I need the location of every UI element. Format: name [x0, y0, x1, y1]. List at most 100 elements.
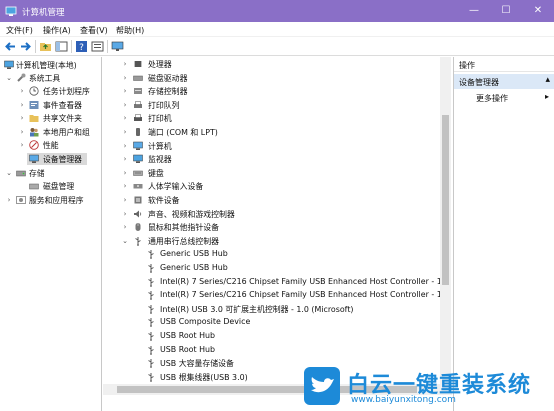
- tree-item-services-apps[interactable]: › 服务和应用程序: [0, 194, 102, 206]
- chevron-down-icon[interactable]: ⌄: [5, 167, 13, 179]
- device-category-label: 磁盘驱动器: [148, 73, 188, 83]
- hid-icon: [133, 184, 143, 189]
- chevron-right-icon[interactable]: ›: [121, 194, 129, 206]
- chevron-right-icon[interactable]: ›: [121, 99, 129, 111]
- disk-management-icon: [29, 183, 39, 190]
- shared-folder-icon: [29, 115, 39, 122]
- tree-item-task-scheduler[interactable]: › 任务计划程序: [0, 85, 102, 97]
- chevron-right-icon[interactable]: ›: [18, 126, 26, 138]
- tree-root-label: 计算机管理(本地): [16, 61, 77, 70]
- actions-header: 操作: [454, 57, 554, 72]
- help-icon[interactable]: ?: [75, 40, 88, 53]
- back-icon[interactable]: [4, 40, 17, 53]
- device-category-label: 通用串行总线控制器: [148, 236, 220, 246]
- properties-icon[interactable]: [91, 40, 104, 53]
- usb-device-icon: [148, 359, 154, 369]
- usb-device-icon: [148, 372, 154, 382]
- minimize-button[interactable]: —: [458, 0, 490, 22]
- menu-help[interactable]: 帮助(H): [116, 25, 144, 36]
- collapse-up-icon[interactable]: ▴: [545, 75, 550, 85]
- storage-controller-icon: [134, 88, 142, 95]
- more-actions-item[interactable]: 更多操作 ▸: [454, 91, 554, 105]
- console-tree: 计算机管理(本地) ⌄ 系统工具 › 任务计划程序 › 事件查看器 › 共享文件…: [0, 57, 102, 411]
- chevron-right-icon[interactable]: ›: [121, 58, 129, 70]
- chevron-right-icon[interactable]: ›: [18, 112, 26, 124]
- forward-icon[interactable]: [19, 40, 32, 53]
- toolbar-separator: [35, 40, 36, 53]
- sound-icon: [134, 210, 142, 218]
- window-title: 计算机管理: [22, 8, 65, 18]
- print-queue-icon: [134, 101, 142, 108]
- device-category-label: 打印队列: [148, 100, 180, 110]
- monitor-icon[interactable]: [111, 40, 124, 53]
- device-category-label: 打印机: [148, 114, 172, 124]
- usb-device-label: USB 根集线器(USB 3.0): [160, 372, 248, 382]
- tree-item-storage[interactable]: ⌄ 存储: [0, 167, 102, 179]
- clock-icon: [29, 86, 39, 96]
- tree-item-label: 服务和应用程序: [29, 196, 84, 205]
- tree-item-device-manager[interactable]: 设备管理器: [0, 153, 102, 165]
- chevron-right-icon[interactable]: ›: [121, 167, 129, 179]
- storage-icon: [16, 170, 26, 177]
- usb-icon: [135, 236, 141, 246]
- chevron-down-icon[interactable]: ⌄: [121, 235, 129, 247]
- usb-device-label: Intel(R) 7 Series/C216 Chipset Family US…: [160, 290, 447, 300]
- usb-device-label: USB 大容量存储设备: [160, 359, 234, 369]
- chevron-right-icon[interactable]: ›: [121, 112, 129, 124]
- vertical-scroll-thumb[interactable]: [442, 115, 449, 285]
- tree-item-label: 设备管理器: [43, 155, 82, 164]
- device-category-label: 人体学输入设备: [148, 182, 204, 192]
- usb-device-label: Intel(R) 7 Series/C216 Chipset Family US…: [160, 276, 447, 286]
- users-icon: [30, 128, 39, 137]
- chevron-right-icon[interactable]: ›: [121, 208, 129, 220]
- usb-device-icon: [148, 345, 154, 355]
- tree-root[interactable]: 计算机管理(本地): [0, 59, 102, 71]
- chevron-right-icon[interactable]: ›: [121, 72, 129, 84]
- chevron-right-icon[interactable]: ›: [121, 221, 129, 233]
- usb-device-icon: [148, 318, 154, 328]
- chevron-right-icon[interactable]: ›: [121, 153, 129, 165]
- menu-bar: 文件(F) 操作(A) 查看(V) 帮助(H): [0, 22, 554, 37]
- menu-file[interactable]: 文件(F): [6, 25, 33, 36]
- cpu-icon: [134, 61, 142, 67]
- menu-view[interactable]: 查看(V): [80, 25, 108, 36]
- chevron-right-icon[interactable]: ›: [18, 99, 26, 111]
- maximize-button[interactable]: ☐: [490, 0, 522, 22]
- tree-item-system-tools[interactable]: ⌄ 系统工具: [0, 72, 102, 84]
- tree-item-local-users[interactable]: › 本地用户和组: [0, 126, 102, 138]
- title-bar: 计算机管理 — ☐ ✕: [0, 0, 554, 22]
- software-device-icon: [134, 196, 142, 204]
- tree-item-performance[interactable]: › 性能: [0, 139, 102, 151]
- folder-up-icon[interactable]: [39, 40, 52, 53]
- device-category-label: 计算机: [148, 141, 172, 151]
- chevron-down-icon[interactable]: ⌄: [5, 72, 13, 84]
- tree-item-disk-management[interactable]: 磁盘管理: [0, 180, 102, 192]
- toolbar: ?: [0, 37, 554, 56]
- device-category-label: 软件设备: [148, 196, 180, 205]
- port-icon: [136, 128, 140, 136]
- chevron-right-icon[interactable]: ›: [5, 194, 13, 206]
- tree-item-label: 性能: [43, 141, 59, 150]
- console-tree-icon[interactable]: [55, 40, 68, 53]
- chevron-right-icon[interactable]: ›: [18, 85, 26, 97]
- close-button[interactable]: ✕: [522, 0, 554, 22]
- chevron-right-icon[interactable]: ›: [18, 139, 26, 151]
- chevron-right-icon[interactable]: ›: [121, 140, 129, 152]
- tree-item-shared-folders[interactable]: › 共享文件夹: [0, 112, 102, 124]
- chevron-right-icon[interactable]: ›: [121, 180, 129, 192]
- usb-device-label: USB Root Hub: [160, 331, 216, 340]
- toolbar-separator: [107, 40, 108, 53]
- actions-section[interactable]: 设备管理器 ▴: [454, 74, 554, 89]
- device-manager-icon: [29, 154, 39, 163]
- bird-logo-icon: [304, 367, 340, 405]
- performance-icon: [29, 140, 39, 150]
- chevron-right-icon[interactable]: ›: [121, 85, 129, 97]
- device-category-label: 端口 (COM 和 LPT): [148, 128, 218, 137]
- tree-item-event-viewer[interactable]: › 事件查看器: [0, 99, 102, 111]
- computer-management-icon: [5, 6, 17, 16]
- tools-icon: [17, 73, 26, 82]
- usb-device-icon: [148, 264, 154, 273]
- chevron-right-icon[interactable]: ›: [121, 126, 129, 138]
- vertical-scrollbar[interactable]: [440, 57, 451, 384]
- menu-action[interactable]: 操作(A): [43, 25, 71, 36]
